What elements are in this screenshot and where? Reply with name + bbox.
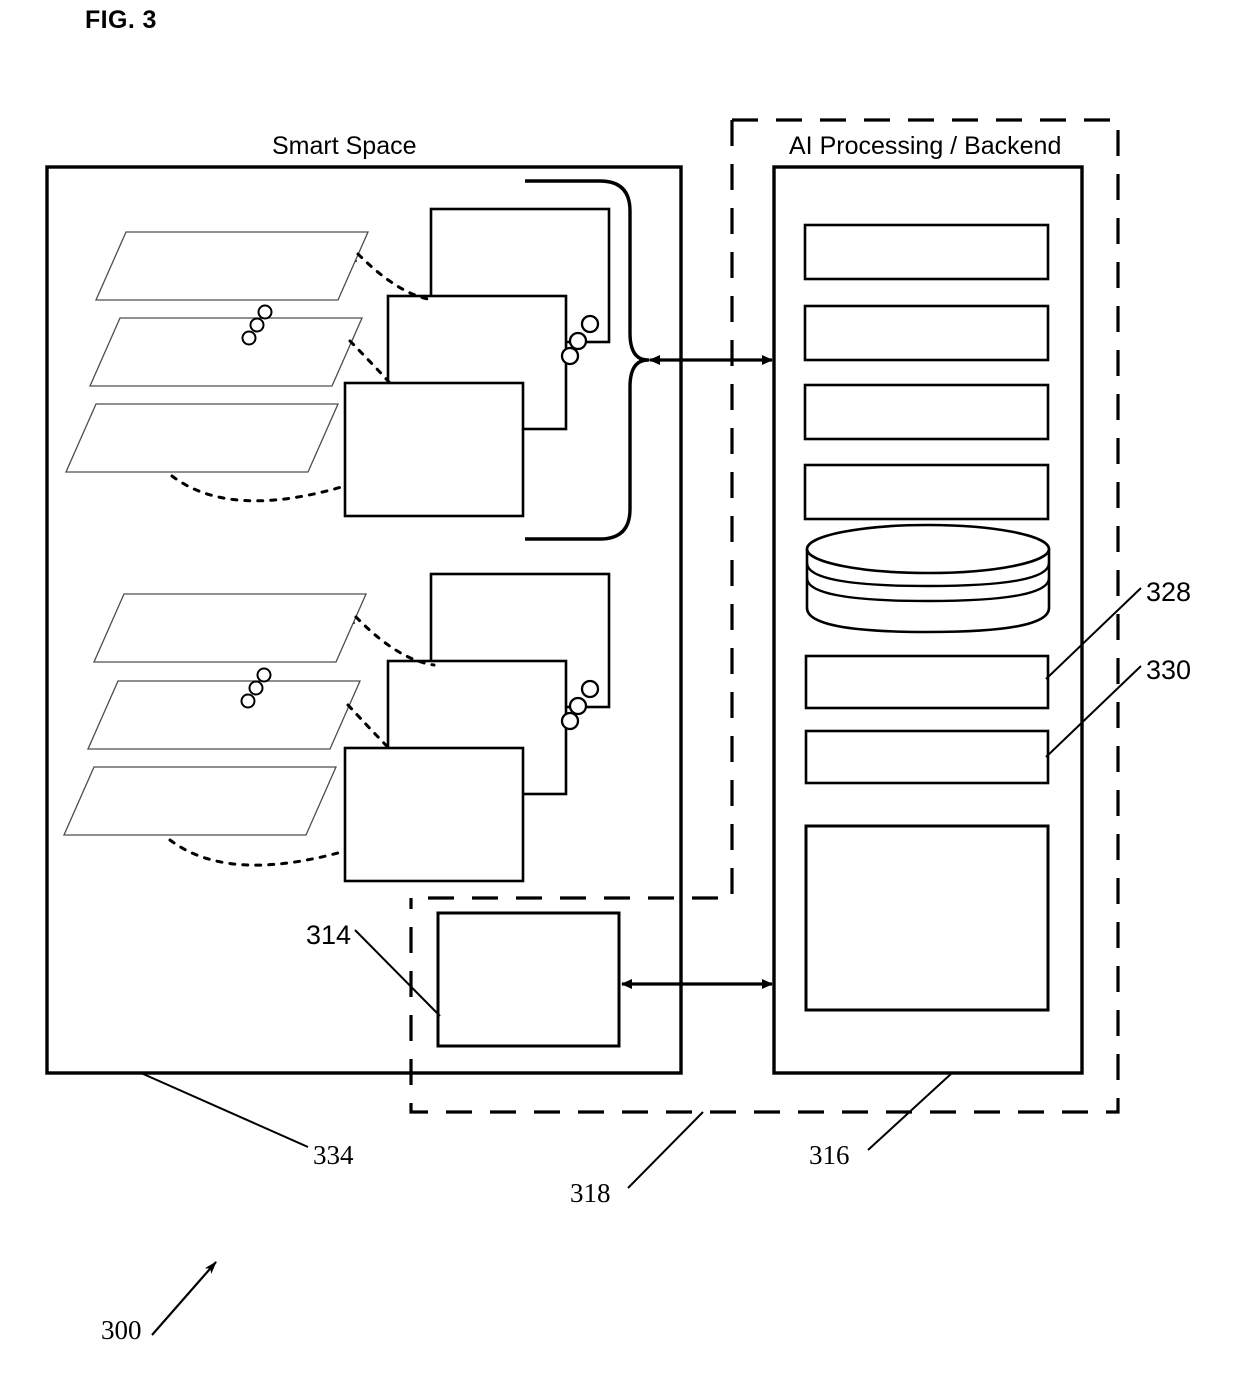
item-attr-ellipsis-dot-2	[249, 317, 265, 333]
hardware-box	[804, 824, 1050, 1012]
figure-page: FIG. 3 Smart Space AI Processing / Backe…	[0, 0, 1240, 1396]
item-attributes-3-shape	[95, 231, 369, 301]
item-attr-2-connector	[348, 339, 394, 388]
network-boundary-ref-leader	[627, 1111, 704, 1189]
monitor-array-leader	[354, 929, 441, 1017]
agent-stack-dot-3	[560, 711, 580, 731]
item-attr-ellipsis-dot-3	[241, 330, 257, 346]
agent-stack-dot-2	[568, 696, 588, 716]
item-recognition-leader	[1045, 587, 1142, 680]
item-1-box	[343, 381, 525, 518]
agent-attributes-3-shape	[93, 593, 367, 663]
item-stack-dot-3	[560, 346, 580, 366]
database-cylinder	[805, 523, 1051, 634]
overall-ref-arrow	[151, 1261, 217, 1336]
agent-attr-ellipsis-dot-1	[256, 667, 272, 683]
agent-attr-3-connector	[354, 615, 436, 667]
module-cnn-box	[803, 223, 1050, 281]
item-stack-dot-1	[580, 314, 600, 334]
monitor-array-box	[436, 911, 621, 1048]
person-recognition-box	[804, 729, 1050, 785]
agent-stack-dot-1	[580, 679, 600, 699]
diagram-vector-layer	[45, 118, 1142, 1336]
agent-attr-1-connector	[168, 838, 347, 867]
module-inference-box	[803, 383, 1050, 441]
agent-attr-ellipsis-dot-2	[248, 680, 264, 696]
item-stack-dot-2	[568, 331, 588, 351]
item-attributes-1-shape	[65, 403, 339, 473]
agent-attributes-2-shape	[87, 680, 361, 750]
smart-space-ref-leader	[140, 1072, 309, 1148]
item-attr-3-connector	[356, 252, 436, 302]
item-attr-ellipsis-dot-1	[257, 304, 273, 320]
agent-attr-ellipsis-dot-3	[240, 693, 256, 709]
agent-1-box	[343, 746, 525, 883]
agent-attr-2-connector	[346, 703, 394, 753]
person-recognition-leader	[1045, 665, 1142, 758]
module-map-box	[803, 463, 1050, 521]
agent-attributes-1-shape	[63, 766, 337, 836]
item-attr-1-connector	[170, 474, 347, 503]
item-attributes-2-shape	[89, 317, 363, 387]
item-recognition-box	[804, 654, 1050, 710]
module-trainer-box	[803, 304, 1050, 362]
